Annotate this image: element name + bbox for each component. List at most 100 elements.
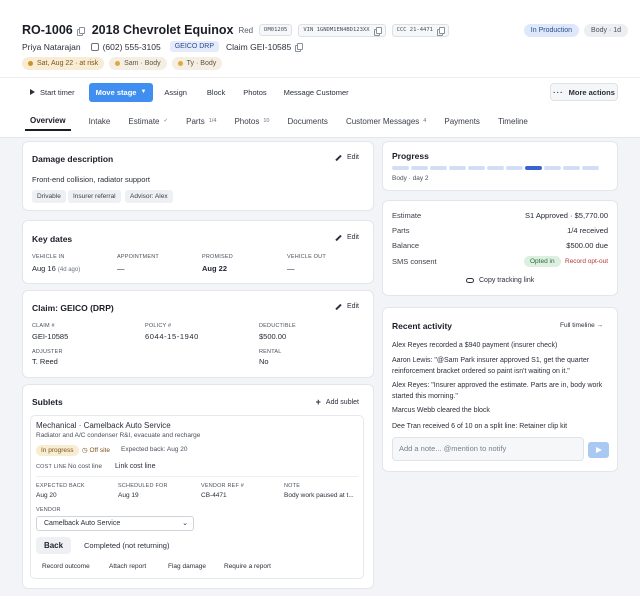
flag-icon	[28, 61, 33, 66]
edit-label: Edit	[346, 234, 359, 241]
tab-photos[interactable]: Photos 10	[234, 111, 269, 131]
tab-overview[interactable]: Overview	[25, 111, 71, 131]
tech-pill[interactable]: Sam · Body	[109, 57, 167, 70]
damage-tag: Drivable	[32, 190, 66, 203]
tab-payments[interactable]: Payments	[444, 111, 480, 131]
activity-item: Alex Reyes: "Insurer approved the estima…	[392, 382, 603, 400]
sms-status-badge: Opted in	[524, 256, 561, 267]
send-button[interactable]	[588, 442, 609, 458]
pencil-icon	[335, 303, 342, 310]
tab-estimate[interactable]: Estimate ✓	[128, 111, 168, 131]
tech-label: Ty · Body	[186, 60, 217, 67]
tab-bar: Overview Intake Estimate ✓ Parts 1/4 Photo…	[16, 111, 546, 131]
tab-label: Timeline	[497, 116, 528, 126]
start-timer-label: Start timer	[40, 87, 75, 97]
phone-number: (602) 555-3105	[102, 41, 161, 52]
vin-chip[interactable]: VIN 1GNDM1EN4BD123XX	[298, 23, 386, 37]
message-customer-button[interactable]: Message Customer	[284, 88, 349, 97]
damage-card: Damage description Edit Front-end collis…	[22, 141, 374, 211]
tech-label: Sam · Body	[124, 60, 161, 67]
vendor-select[interactable]: Camelback Auto Service ⌄	[36, 516, 194, 531]
phone-icon	[90, 42, 99, 51]
status-badge: In Production	[523, 24, 580, 37]
tab-customer-messages[interactable]: Customer Messages 4	[346, 111, 426, 131]
progress-segment	[487, 166, 504, 170]
customer-name[interactable]: Priya Natarajan	[22, 42, 81, 52]
tab-label: Customer Messages	[345, 116, 420, 126]
block-button[interactable]: Block	[207, 88, 225, 97]
activity-item: Marcus Webb cleared the block	[392, 407, 490, 414]
copy-icon[interactable]	[373, 26, 382, 36]
move-stage-label: Move stage	[95, 87, 137, 97]
photos-button[interactable]: Photos	[243, 88, 266, 97]
customer-phone[interactable]: (602) 555-3105	[90, 41, 161, 52]
vehicle-out-value: —	[287, 264, 295, 273]
flag-damage-button[interactable]: Flag damage	[168, 563, 206, 570]
ro-number: RO-1006	[22, 23, 73, 37]
claim-label: Claim GEI-10585	[226, 41, 292, 52]
copy-icon[interactable]	[76, 26, 85, 36]
stage-badge: Body · 1d	[584, 24, 628, 37]
sublet-title: Mechanical · Camelback Auto Service	[36, 421, 171, 430]
copy-icon[interactable]	[295, 43, 304, 52]
more-icon: ···	[553, 87, 564, 97]
adjuster-label: ADJUSTER	[32, 349, 63, 355]
ccc-chip[interactable]: CCC 21-4471	[391, 23, 449, 37]
move-stage-button[interactable]: Move stage ▼	[88, 82, 154, 102]
tech-pill[interactable]: Ty · Body	[171, 57, 223, 70]
tab-parts[interactable]: Parts 1/4	[186, 111, 216, 131]
progress-segment	[544, 166, 561, 170]
record-opt-out-button[interactable]: Record opt-out	[565, 258, 608, 265]
full-timeline-link[interactable]: Full timeline →	[560, 322, 603, 329]
activity-item: Dee Tran received 6 of 10 on a split lin…	[392, 423, 568, 430]
claim-number[interactable]: Claim GEI-10585	[226, 41, 304, 52]
record-outcome-button[interactable]: Record outcome	[42, 563, 90, 570]
edit-button[interactable]: Edit	[335, 154, 359, 161]
progress-segment	[563, 166, 580, 170]
due-date-pill[interactable]: Sat, Aug 22 · at risk	[22, 57, 105, 70]
tab-documents[interactable]: Documents	[287, 111, 327, 131]
assign-button[interactable]: Assign	[164, 88, 187, 97]
vehicle-title: 2018 Chevrolet Equinox	[91, 23, 234, 37]
edit-button[interactable]: Edit	[335, 234, 359, 241]
progress-segment	[582, 166, 599, 170]
edit-button[interactable]: Edit	[335, 303, 359, 310]
user-icon	[177, 61, 183, 66]
ro-header: RO-1006 2018 Chevrolet Equinox Red DM012…	[0, 0, 640, 138]
parts-label: Parts	[392, 226, 410, 235]
divider	[0, 77, 640, 78]
tab-label: Parts	[186, 116, 205, 126]
start-timer-button[interactable]: Start timer	[30, 88, 75, 97]
vehicle-in-ago: (4d ago)	[57, 267, 81, 273]
balance-label: Balance	[392, 241, 420, 250]
progress-segment	[525, 166, 542, 170]
tab-intake[interactable]: Intake	[89, 111, 111, 131]
rental-value: No	[259, 357, 269, 366]
require-report-button[interactable]: Require a report	[224, 563, 271, 570]
chevron-down-icon: ▼	[140, 89, 147, 95]
send-icon	[595, 447, 602, 453]
damage-tag: Insurer referral	[68, 190, 121, 203]
more-actions-button[interactable]: ··· More actions	[550, 83, 618, 101]
attach-report-button[interactable]: Attach report	[109, 563, 146, 570]
scheduled-label: SCHEDULED FOR	[118, 483, 168, 489]
play-icon	[30, 89, 35, 95]
progress-caption: Body · day 2	[392, 175, 429, 182]
completed-not-returning-button[interactable]: Completed (not returning)	[84, 541, 169, 550]
back-button[interactable]: Back	[36, 537, 71, 554]
damage-tag: Advisor: Alex	[125, 190, 173, 203]
estimate-value: S1 Approved · $5,770.00	[525, 211, 608, 220]
copy-tracking-link-button[interactable]: Copy tracking link	[466, 277, 534, 284]
note-label: NOTE	[284, 483, 301, 489]
link-cost-line-button[interactable]: Link cost line	[115, 463, 155, 470]
note-input[interactable]: Add a note... @mention to notify	[392, 437, 584, 461]
vin-label: VIN 1GNDM1EN4BD123XX	[303, 27, 370, 33]
tab-timeline[interactable]: Timeline	[498, 111, 528, 131]
note-value: Body work paused at t...	[284, 492, 354, 499]
cost-line-label: COST LINE	[36, 464, 67, 470]
tab-label: Estimate	[128, 116, 160, 126]
copy-icon[interactable]	[437, 26, 445, 36]
add-sublet-button[interactable]: + Add sublet	[316, 397, 359, 407]
user-icon	[115, 61, 121, 66]
progress-segment	[506, 166, 523, 170]
